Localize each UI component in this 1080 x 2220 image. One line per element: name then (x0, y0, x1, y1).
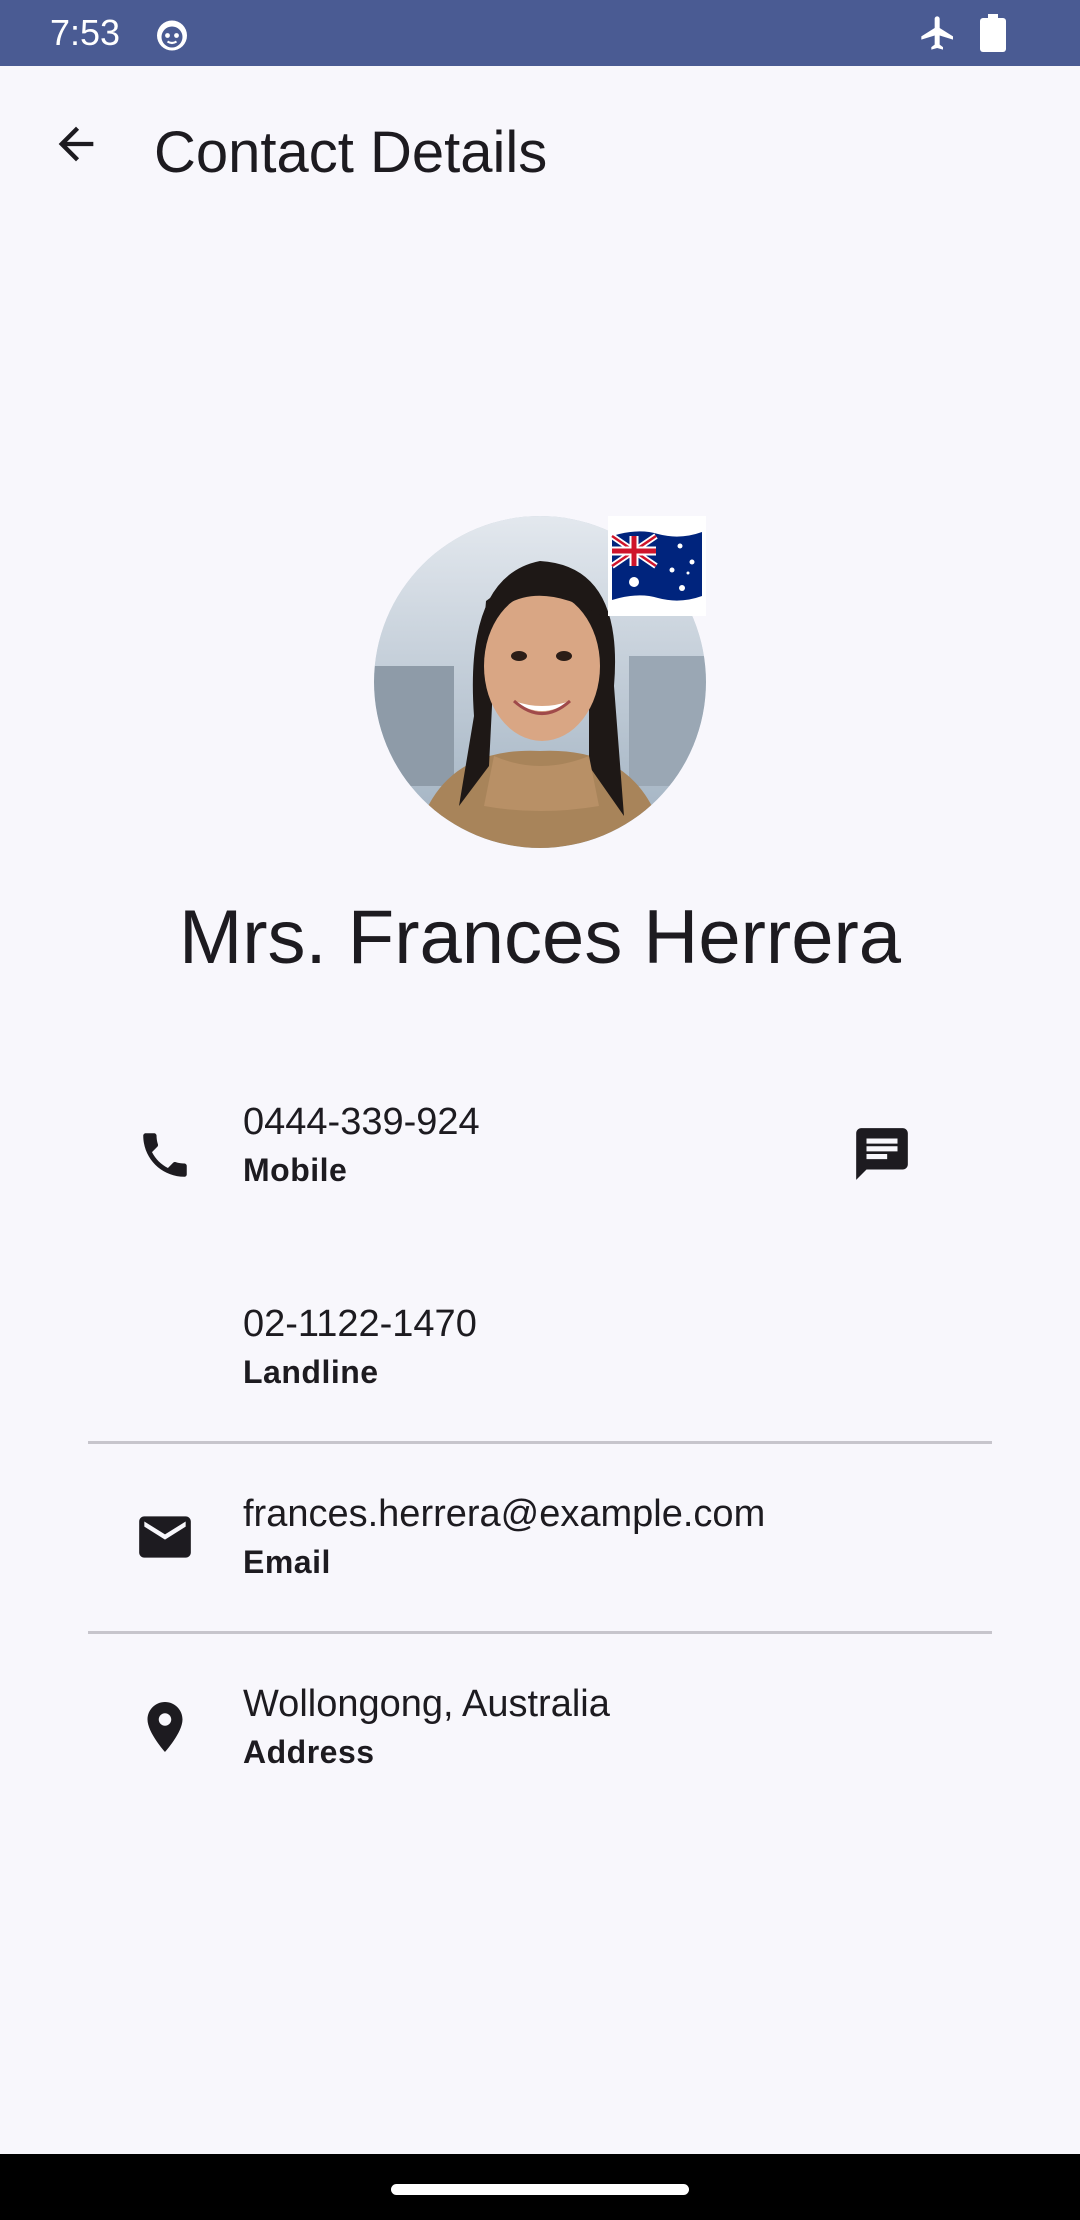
address-value[interactable]: Wollongong, Australia (243, 1681, 610, 1727)
battery-icon (980, 14, 1006, 52)
phone-number-mobile[interactable]: 0444-339-924 (243, 1099, 480, 1145)
australia-flag-icon (608, 516, 706, 616)
phone-icon (130, 1120, 200, 1190)
send-message-button[interactable] (842, 1114, 922, 1194)
email-address[interactable]: frances.herrera@example.com (243, 1491, 765, 1537)
status-bar: 7:53 (0, 0, 1080, 66)
page-title: Contact Details (154, 120, 548, 185)
message-icon (856, 1128, 908, 1180)
contact-name: Mrs. Frances Herrera (178, 895, 902, 980)
location-pin-icon (130, 1692, 200, 1762)
email-label: Email (243, 1544, 331, 1580)
top-app-bar: Contact Details (0, 66, 1080, 242)
divider (88, 1441, 992, 1444)
address-label: Address (243, 1734, 375, 1770)
status-time: 7:53 (50, 12, 121, 53)
phone-row-mobile[interactable]: 0444-339-924 Mobile (0, 1086, 1080, 1236)
back-button[interactable] (36, 104, 116, 184)
phone-label-mobile: Mobile (243, 1152, 348, 1188)
airplane-icon (921, 16, 953, 50)
email-row[interactable]: frances.herrera@example.com Email (0, 1478, 1080, 1618)
home-gesture-handle[interactable] (391, 2184, 689, 2195)
address-row[interactable]: Wollongong, Australia Address (0, 1668, 1080, 1808)
email-icon (130, 1502, 200, 1572)
cat-face-icon (157, 20, 187, 51)
phone-row-landline[interactable]: 02-1122-1470 Landline (0, 1288, 1080, 1418)
phone-number-landline[interactable]: 02-1122-1470 (243, 1301, 477, 1347)
divider (88, 1631, 992, 1634)
system-navigation-bar (0, 2154, 1080, 2220)
phone-label-landline: Landline (243, 1354, 379, 1390)
arrow-back-icon (58, 126, 94, 162)
